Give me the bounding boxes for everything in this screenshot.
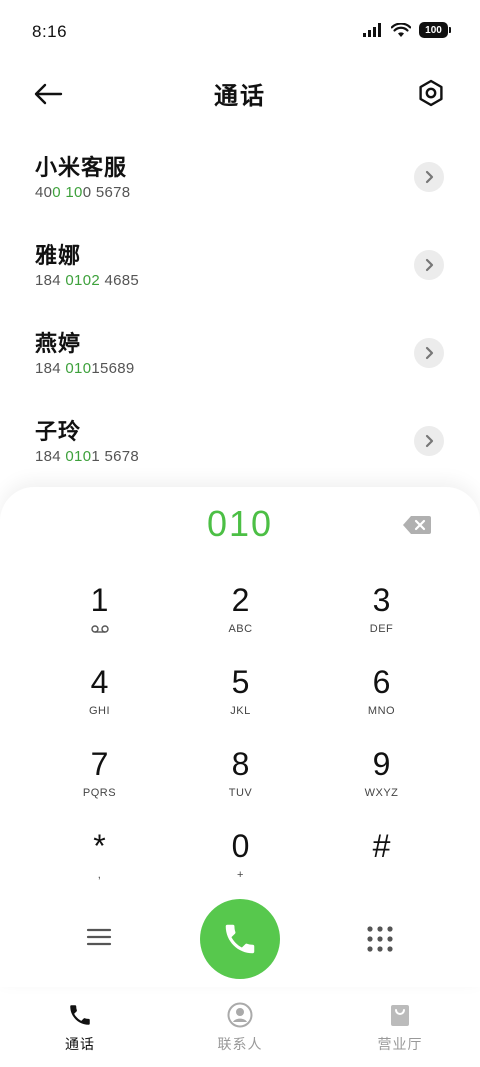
key-2[interactable]: 2 ABC [170, 569, 311, 651]
key-letters: + [237, 869, 244, 881]
contact-name: 雅娜 [35, 243, 82, 268]
search-result-list: 小米客服 400 100 5678 雅娜 184 0102 4685 燕婷 18… [0, 134, 480, 486]
contact-detail-button[interactable] [414, 250, 444, 280]
contact-name: 子玲 [35, 419, 82, 444]
wifi-icon [391, 22, 411, 37]
header: 通话 [0, 66, 480, 122]
key-3[interactable]: 3 DEF [311, 569, 452, 651]
backspace-icon [403, 516, 431, 534]
phone-icon [225, 924, 255, 954]
key-digit: # [372, 828, 391, 864]
contact-detail-button[interactable] [414, 426, 444, 456]
key-letters: GHI [88, 705, 111, 717]
hamburger-menu-icon [86, 928, 112, 946]
key-7[interactable]: 7 PQRS [29, 733, 170, 815]
bottom-nav: 通话 联系人 营业厅 [0, 990, 480, 1067]
settings-hexagon-icon [419, 79, 443, 107]
key-8[interactable]: 8 TUV [170, 733, 311, 815]
call-button[interactable] [200, 899, 280, 979]
status-time: 8:16 [32, 22, 68, 41]
signal-icon [363, 23, 381, 37]
list-item[interactable]: 雅娜 184 0102 4685 [0, 222, 480, 310]
menu-button[interactable] [86, 927, 112, 949]
contact-number: 400 100 5678 [35, 184, 131, 201]
nav-label: 联系人 [217, 1036, 263, 1052]
key-9[interactable]: 9 WXYZ [311, 733, 452, 815]
dial-actions [0, 897, 480, 981]
contact-number: 184 0101 5678 [35, 448, 140, 465]
key-letters: ABC [228, 623, 253, 635]
key-letters: WXYZ [364, 787, 399, 799]
keypad-toggle-button[interactable] [366, 925, 394, 953]
chevron-right-icon [425, 258, 434, 272]
settings-button[interactable] [414, 76, 448, 110]
key-digit: 2 [231, 582, 250, 618]
list-item[interactable]: 子玲 184 0101 5678 [0, 398, 480, 486]
key-5[interactable]: 5 JKL [170, 651, 311, 733]
shop-bag-icon [391, 1005, 409, 1026]
key-1[interactable]: 1 [29, 569, 170, 651]
key-letters: TUV [228, 787, 253, 799]
status-bar: 8:16 100 [0, 0, 480, 66]
contact-name: 燕婷 [35, 331, 82, 356]
voicemail-icon [90, 625, 109, 633]
nav-label: 营业厅 [377, 1036, 423, 1052]
nav-item-calls[interactable]: 通话 [0, 990, 160, 1067]
key-letters: , [97, 869, 102, 881]
phone-icon [70, 1005, 90, 1025]
dialpad-sheet: 010 1 2 ABC 3 DEF 4 GHI 5 JKL 6 MNO 7 PQ… [0, 487, 480, 987]
key-6[interactable]: 6 MNO [311, 651, 452, 733]
key-4[interactable]: 4 GHI [29, 651, 170, 733]
contact-name: 小米客服 [35, 155, 128, 180]
contact-detail-button[interactable] [414, 162, 444, 192]
key-digit: 7 [90, 746, 109, 782]
contact-icon [227, 1002, 253, 1028]
key-0[interactable]: 0 + [170, 815, 311, 897]
list-item[interactable]: 小米客服 400 100 5678 [0, 134, 480, 222]
page-title: 通话 [214, 83, 266, 110]
key-hash[interactable]: # [311, 815, 452, 897]
contact-number: 184 01015689 [35, 360, 135, 377]
status-icons: 100 [363, 22, 451, 38]
key-digit: 4 [90, 664, 109, 700]
dialpad-grid-icon [367, 926, 393, 952]
list-item[interactable]: 燕婷 184 01015689 [0, 310, 480, 398]
chevron-right-icon [425, 170, 434, 184]
key-digit: 8 [231, 746, 250, 782]
key-letters: MNO [367, 705, 396, 717]
key-digit: 5 [231, 664, 250, 700]
key-letters: JKL [230, 705, 251, 717]
key-digit: 3 [372, 582, 391, 618]
nav-item-contacts[interactable]: 联系人 [160, 990, 320, 1067]
key-digit: 0 [231, 828, 250, 864]
backspace-button[interactable] [402, 515, 432, 535]
contact-number: 184 0102 4685 [35, 272, 140, 289]
key-star[interactable]: * , [29, 815, 170, 897]
key-digit: 1 [90, 582, 109, 618]
nav-label: 通话 [65, 1036, 95, 1052]
chevron-right-icon [425, 346, 434, 360]
chevron-right-icon [425, 434, 434, 448]
key-digit: 6 [372, 664, 391, 700]
keypad: 1 2 ABC 3 DEF 4 GHI 5 JKL 6 MNO 7 PQRS 8… [29, 569, 451, 897]
nav-item-store[interactable]: 营业厅 [320, 990, 480, 1067]
key-digit: * [93, 828, 106, 864]
key-digit: 9 [372, 746, 391, 782]
key-letters: DEF [369, 623, 394, 635]
key-letters: PQRS [82, 787, 117, 799]
contact-detail-button[interactable] [414, 338, 444, 368]
battery-indicator: 100 [419, 22, 451, 38]
